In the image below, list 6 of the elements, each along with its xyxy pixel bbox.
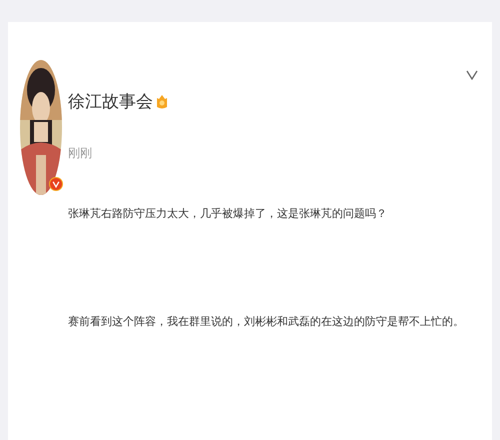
author-name[interactable]: 徐江故事会 [68, 90, 153, 113]
post-time: 刚刚 [68, 145, 93, 162]
crown-icon [156, 94, 168, 110]
post-text: 赛前看到这个阵容，我在群里说的，刘彬彬和武磊的在这边的防守是帮不上忙的。 [68, 314, 465, 330]
chevron-down-icon[interactable] [466, 70, 478, 80]
post-text: 张琳芃右路防守压力太大，几乎被爆掉了，这是张琳芃的问题吗？ [68, 206, 388, 222]
